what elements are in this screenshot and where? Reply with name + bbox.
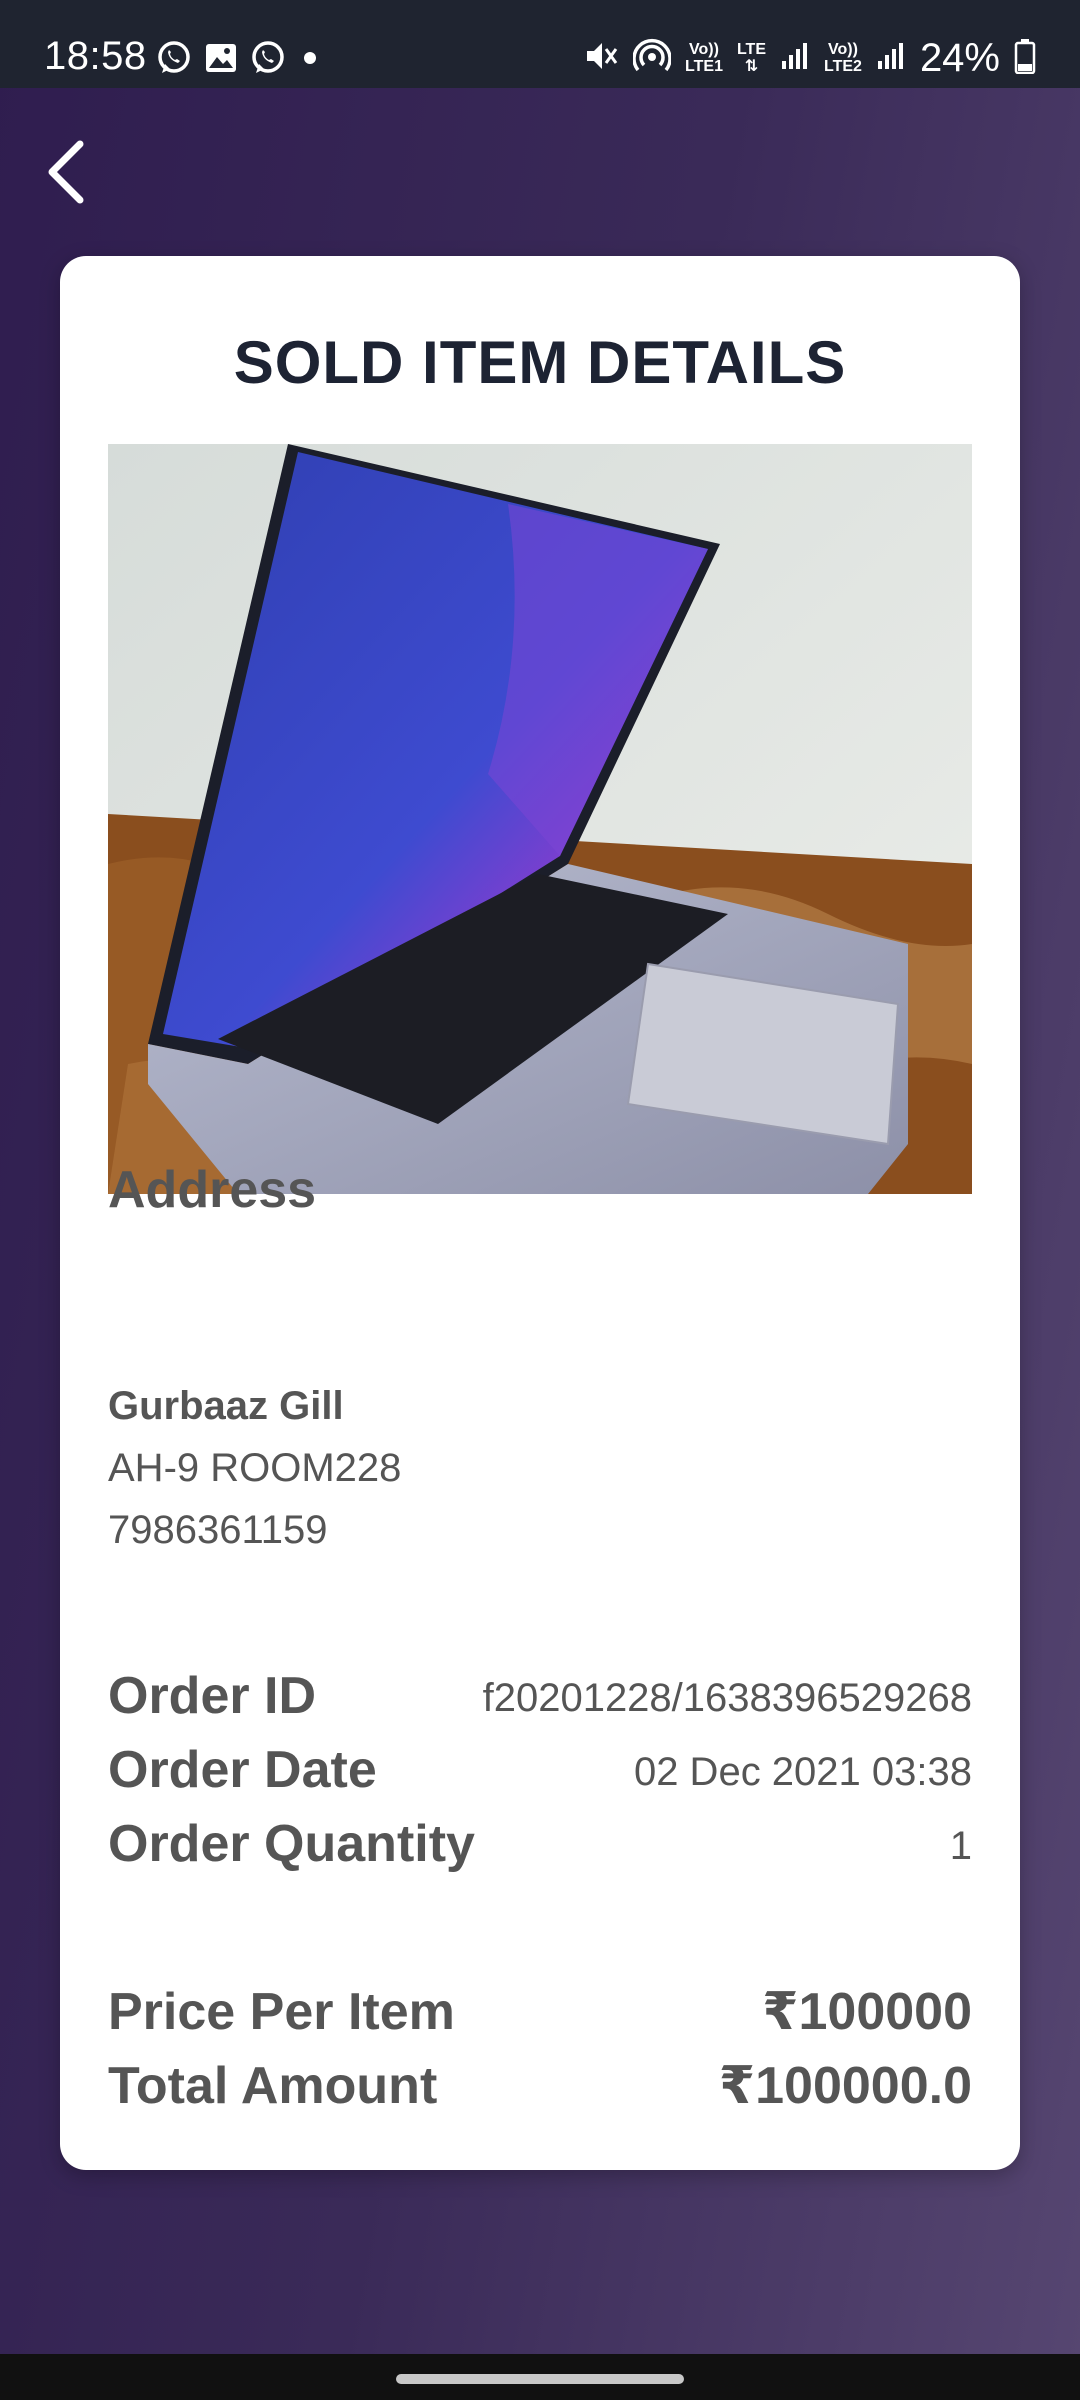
order-date-label: Order Date — [108, 1741, 377, 1799]
data-arrows-icon: ⇅ — [744, 58, 759, 75]
battery-icon — [1014, 38, 1036, 79]
total-amount-value: ₹100000.0 — [718, 2057, 972, 2115]
lte-indicator: LTE ⇅ — [737, 41, 766, 75]
whatsapp-icon — [250, 40, 286, 76]
address-heading: Address — [108, 1161, 317, 1219]
battery-percentage: 24% — [919, 35, 1000, 80]
sim1-indicator: Vo)) LTE1 — [685, 41, 723, 75]
item-photo — [108, 444, 972, 1194]
address-name: Gurbaaz Gill — [108, 1384, 344, 1428]
back-button[interactable] — [38, 132, 94, 212]
signal-icon — [780, 41, 810, 76]
sim1-volte-label: Vo)) — [689, 41, 719, 58]
navigation-bar — [0, 2354, 1080, 2400]
sim2-lte-label: LTE2 — [824, 58, 862, 75]
sim2-volte-label: Vo)) — [828, 41, 858, 58]
status-bar: 18:58 Vo)) LTE1 LTE ⇅ Vo)) LTE2 24% — [0, 0, 1080, 88]
total-amount-label: Total Amount — [108, 2057, 438, 2115]
address-line: AH-9 ROOM228 — [108, 1446, 402, 1490]
home-indicator[interactable] — [396, 2374, 684, 2384]
order-date-value: 02 Dec 2021 03:38 — [633, 1750, 972, 1794]
gallery-icon — [204, 41, 238, 75]
chevron-left-icon — [48, 140, 84, 204]
notification-icons — [156, 40, 322, 76]
sim2-indicator: Vo)) LTE2 — [824, 41, 862, 75]
lte-label: LTE — [736, 41, 766, 58]
status-time: 18:58 — [44, 34, 147, 78]
price-per-item-label: Price Per Item — [108, 1983, 455, 2041]
dot-icon — [298, 46, 322, 70]
page-title: SOLD ITEM DETAILS — [233, 329, 847, 396]
sim1-lte-label: LTE1 — [685, 58, 723, 75]
whatsapp-icon — [156, 40, 192, 76]
order-quantity-label: Order Quantity — [108, 1815, 475, 1873]
signal-icon — [876, 41, 906, 76]
address-phone: 7986361159 — [108, 1508, 328, 1552]
order-id-value: f20201228/1638396529268 — [482, 1676, 972, 1720]
order-id-label: Order ID — [108, 1667, 317, 1725]
price-per-item-value: ₹100000 — [762, 1983, 972, 2041]
sold-item-card: SOLD ITEM DETAILS Address Gurbaaz Gill A… — [60, 256, 1020, 2170]
order-quantity-value: 1 — [949, 1824, 972, 1868]
hotspot-icon — [632, 37, 672, 80]
status-right-icons: Vo)) LTE1 LTE ⇅ Vo)) LTE2 24% — [583, 34, 1036, 82]
mute-icon — [583, 38, 619, 79]
